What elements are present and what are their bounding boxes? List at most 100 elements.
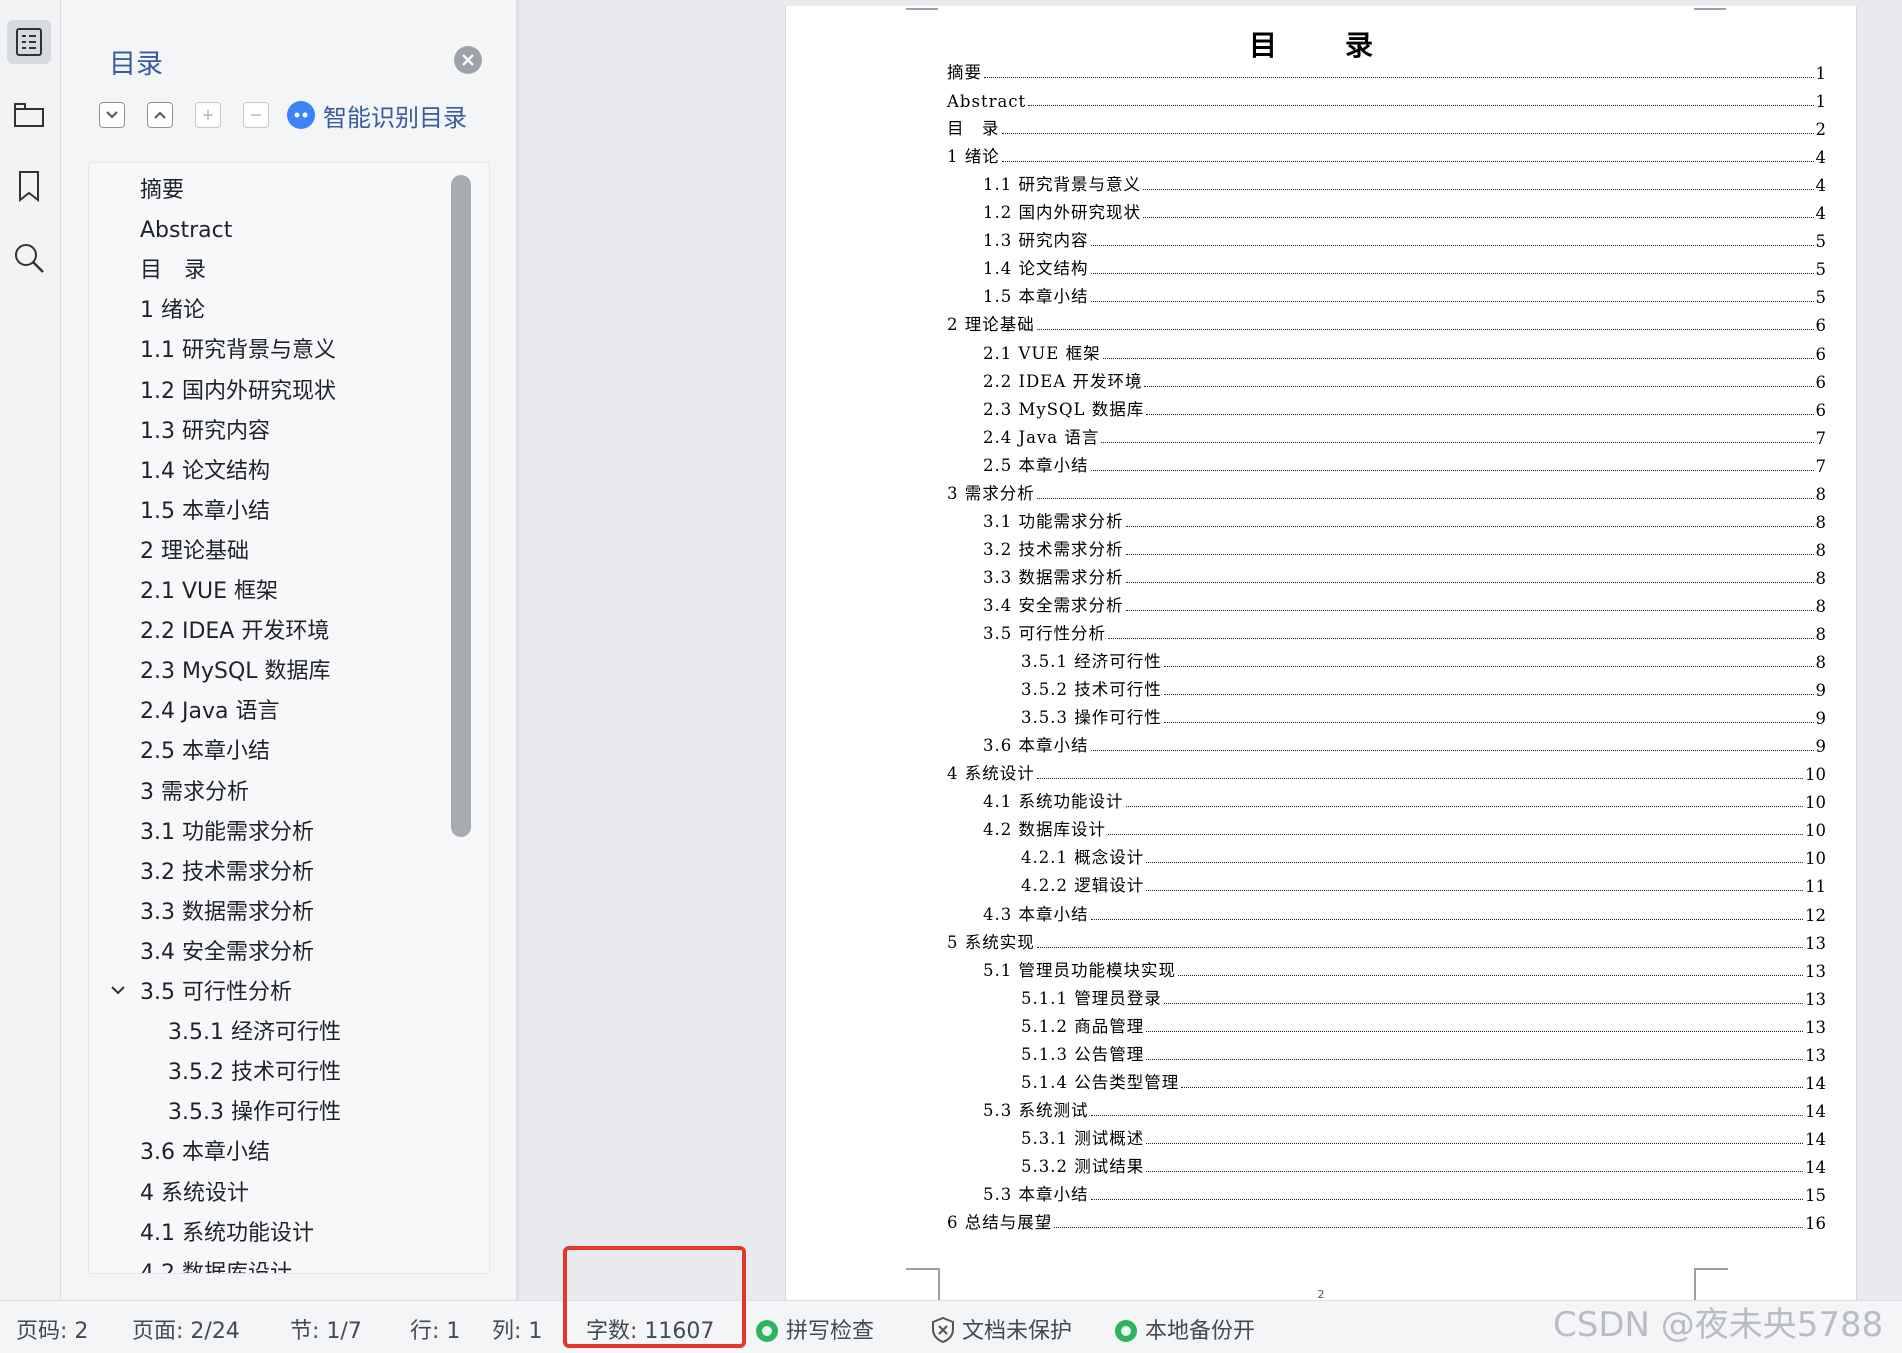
- toc-entry-label: Abstract: [947, 92, 1027, 112]
- add-icon[interactable]: [195, 102, 221, 128]
- toc-entry-page: 10: [1805, 765, 1826, 785]
- toc-entry-label: 3 需求分析: [947, 483, 1035, 503]
- outline-item[interactable]: 目 录: [140, 255, 206, 287]
- toc-entry-page: 11: [1805, 877, 1826, 897]
- outline-item[interactable]: 3 需求分析: [140, 777, 249, 809]
- status-pages[interactable]: 页面: 2/24: [132, 1313, 240, 1345]
- toc-entry-page: 6: [1815, 400, 1827, 420]
- spell-check-button[interactable]: 拼写检查: [756, 1313, 874, 1345]
- close-icon[interactable]: [454, 46, 482, 74]
- toc-entry-label: 3.5.2 技术可行性: [1021, 680, 1162, 700]
- outline-item[interactable]: 3.1 功能需求分析: [140, 817, 314, 849]
- toc-entry: 1 绪论 4: [947, 143, 1826, 167]
- bookmark-icon[interactable]: [7, 164, 51, 208]
- toc-entry-page: 4: [1815, 204, 1827, 224]
- outline-item[interactable]: 3.3 数据需求分析: [140, 897, 314, 929]
- toc-entry-label: 3.5 可行性分析: [983, 624, 1106, 643]
- outline-scrollbar[interactable]: [451, 175, 471, 837]
- toc-leader-dots: [1108, 833, 1803, 836]
- toc-entry: 3.5.3 操作可行性 9: [1021, 704, 1826, 728]
- toc-entry-label: 5.1.4 公告类型管理: [1021, 1072, 1180, 1092]
- remove-icon[interactable]: [243, 102, 269, 128]
- outline-icon[interactable]: [7, 20, 51, 64]
- spell-check-icon: [756, 1320, 778, 1342]
- outline-item[interactable]: 1.3 研究内容: [140, 416, 270, 448]
- toc-entry-label: 4.2 数据库设计: [983, 820, 1106, 840]
- toc-entry: 4.2.2 逻辑设计 11: [1021, 872, 1826, 896]
- expand-all-icon[interactable]: [147, 102, 173, 128]
- toc-entry-label: 5.1.3 公告管理: [1021, 1044, 1145, 1064]
- toc-entry: 5.1.2 商品管理 13: [1021, 1013, 1826, 1037]
- toc-entry: 5.1.4 公告类型管理 14: [1021, 1069, 1826, 1093]
- document-area: 目 录 摘要 1 Abstract 1 目 录21 绪论 4 1.1 研究背景与意义 4 1.2…: [519, 0, 1902, 1302]
- toc-entry: 4.1 系统功能设计 10: [983, 788, 1826, 812]
- toc-leader-dots: [1146, 1142, 1803, 1144]
- toc-entry-label: 2.1 VUE 框架: [983, 343, 1101, 363]
- outline-item[interactable]: 1.1 研究背景与意义: [140, 335, 336, 367]
- outline-item[interactable]: 3.4 安全需求分析: [140, 937, 314, 969]
- toc-entry-page: 8: [1815, 596, 1827, 616]
- toc-entry: 5.3.1 测试概述 14: [1021, 1125, 1826, 1149]
- toc-entry: 5.3.2 测试结果 14: [1021, 1153, 1826, 1177]
- toc-entry-page: 9: [1815, 681, 1827, 701]
- section-icon[interactable]: [7, 92, 51, 136]
- toc-entry: 1.4 论文结构 5: [983, 255, 1826, 279]
- toc-entry-page: 8: [1815, 512, 1827, 532]
- outline-item[interactable]: 3.5 可行性分析: [140, 977, 292, 1009]
- outline-item[interactable]: 2.5 本章小结: [140, 736, 270, 768]
- outline-item[interactable]: 3.5.3 操作可行性: [168, 1097, 341, 1129]
- toc-leader-dots: [1125, 805, 1803, 808]
- toc-leader-dots: [1146, 1030, 1803, 1032]
- outline-item[interactable]: 4 系统设计: [140, 1178, 249, 1210]
- outline-item[interactable]: 2.4 Java 语言: [140, 696, 279, 728]
- outline-item[interactable]: 3.6 本章小结: [140, 1137, 270, 1169]
- toc-entry-page: 10: [1805, 793, 1826, 813]
- toc-leader-dots: [1102, 357, 1814, 359]
- toc-leader-dots: [1036, 946, 1803, 948]
- toc-entry-label: 5 系统实现: [947, 932, 1035, 952]
- toc-leader-dots: [1090, 1198, 1803, 1200]
- collapse-all-icon[interactable]: [99, 102, 125, 128]
- outline-item[interactable]: 2.2 IDEA 开发环境: [140, 616, 329, 648]
- outline-item[interactable]: 2.3 MySQL 数据库: [140, 656, 331, 688]
- outline-item[interactable]: 3.5.2 技术可行性: [168, 1057, 341, 1089]
- outline-item[interactable]: 摘要: [140, 175, 184, 207]
- outline-item[interactable]: 4.2 数据库设计: [140, 1258, 292, 1273]
- toc-leader-dots: [1090, 918, 1803, 920]
- toc-entry: 2.4 Java 语言 7: [983, 424, 1826, 448]
- toc-leader-dots: [1001, 160, 1814, 163]
- outline-item[interactable]: 3.5.1 经济可行性: [168, 1017, 341, 1049]
- outline-item[interactable]: 1.4 论文结构: [140, 456, 270, 488]
- backup-button[interactable]: 本地备份开: [1115, 1313, 1255, 1345]
- outline-item[interactable]: 1 绪论: [140, 295, 205, 327]
- toc-entry-label: 3.3 数据需求分析: [983, 567, 1124, 587]
- outline-item[interactable]: 2.1 VUE 框架: [140, 576, 278, 608]
- highlight-box: [563, 1246, 746, 1348]
- toc-entry-label: 2.3 MySQL 数据库: [983, 399, 1145, 419]
- protection-button[interactable]: 文档未保护: [930, 1313, 1072, 1345]
- smart-recognize-button[interactable]: 智能识别目录: [287, 98, 467, 132]
- toc-entry-label: 2.5 本章小结: [983, 455, 1089, 475]
- toc-entry-page: 8: [1815, 540, 1827, 560]
- chevron-down-icon[interactable]: [109, 981, 127, 1004]
- outline-item[interactable]: 2 理论基础: [140, 536, 249, 568]
- status-line: 行: 1: [410, 1319, 461, 1344]
- outline-item[interactable]: 4.1 系统功能设计: [140, 1218, 314, 1250]
- toc-entry-label: 3.2 技术需求分析: [983, 539, 1124, 559]
- outline-item[interactable]: 1.2 国内外研究现状: [140, 376, 336, 408]
- search-icon[interactable]: [7, 236, 51, 280]
- toc-entry: 1.3 研究内容 5: [983, 227, 1826, 251]
- toc-entry: 3.5.2 技术可行性 9: [1021, 676, 1826, 700]
- smart-recognize-icon: [287, 101, 315, 129]
- toc-entry-label: 1.2 国内外研究现状: [983, 203, 1141, 223]
- panel-title: 目录: [109, 49, 163, 80]
- outline-item[interactable]: 3.2 技术需求分析: [140, 857, 314, 889]
- toc-entry-page: 13: [1805, 989, 1826, 1009]
- toc-entry-page: 10: [1805, 821, 1826, 841]
- outline-item[interactable]: 1.5 本章小结: [140, 496, 270, 528]
- toc-leader-dots: [1143, 188, 1814, 191]
- document-page: 目 录 摘要 1 Abstract 1 目 录21 绪论 4 1.1 研究背景与意义 4 1.2…: [785, 6, 1857, 1302]
- toc-leader-dots: [1090, 272, 1814, 275]
- toc-entry: 1.2 国内外研究现状 4: [983, 199, 1826, 223]
- outline-item[interactable]: Abstract: [140, 215, 232, 247]
